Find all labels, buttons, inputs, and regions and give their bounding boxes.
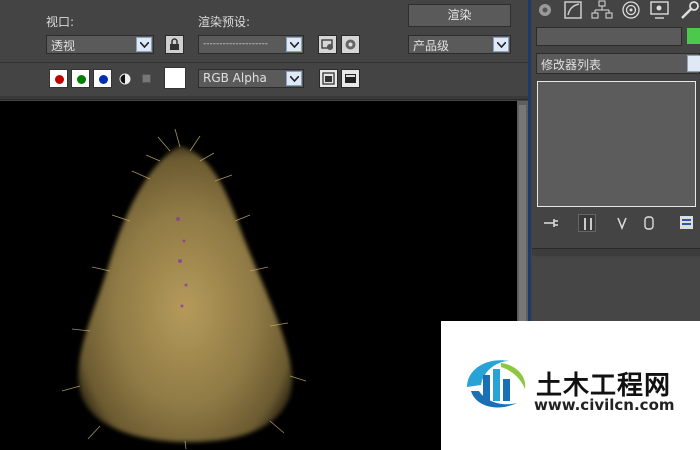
chevron-down-icon[interactable] xyxy=(286,37,302,52)
object-name-field[interactable] xyxy=(536,27,682,46)
monochrome-toggle[interactable] xyxy=(142,74,151,83)
render-preset-label: 渲染预设: xyxy=(198,15,251,29)
remove-modifier-icon[interactable] xyxy=(640,214,658,232)
blue-dot-icon xyxy=(99,75,108,84)
toolbar-divider xyxy=(0,96,528,100)
modify-icon[interactable] xyxy=(562,0,586,21)
watermark-url: www.civilcn.com xyxy=(534,396,675,414)
panel-divider xyxy=(532,248,700,256)
render-setup-icon xyxy=(321,39,333,50)
utilities-icon[interactable] xyxy=(678,0,700,21)
green-dot-icon xyxy=(77,75,86,84)
color-swatch[interactable] xyxy=(164,67,186,89)
chevron-down-icon[interactable] xyxy=(687,55,700,72)
chevron-down-icon[interactable] xyxy=(136,37,152,52)
toggle-ui-button[interactable] xyxy=(341,69,360,88)
alpha-toggle-icon[interactable] xyxy=(119,73,131,85)
render-preset-value: -------------------- xyxy=(203,39,268,49)
render-preset-dropdown[interactable]: -------------------- xyxy=(198,35,304,54)
show-end-result-icon[interactable] xyxy=(578,214,596,232)
display-icon[interactable] xyxy=(648,0,672,21)
gear-icon xyxy=(345,39,356,50)
lock-viewport-button[interactable] xyxy=(165,35,184,54)
channel-display-dropdown[interactable]: RGB Alpha xyxy=(198,69,304,88)
render-quality-value: 产品级 xyxy=(413,39,450,53)
blue-channel-toggle[interactable] xyxy=(93,69,112,88)
modifier-list-dropdown[interactable]: 修改器列表 xyxy=(536,53,700,74)
configure-sets-icon[interactable] xyxy=(678,214,696,232)
modifier-list-label: 修改器列表 xyxy=(541,58,602,72)
rendered-frame-viewport[interactable] xyxy=(0,101,517,450)
motion-icon[interactable] xyxy=(619,0,643,21)
watermark: 土木工程网 www.civilcn.com xyxy=(441,321,700,450)
red-channel-toggle[interactable] xyxy=(49,69,68,88)
object-color-swatch[interactable] xyxy=(687,28,700,44)
modifier-stack-toolbar xyxy=(536,210,700,236)
rendered-fur-object xyxy=(61,128,307,450)
channel-display-value: RGB Alpha xyxy=(203,71,267,85)
viewport-value: 透视 xyxy=(51,39,76,53)
red-dot-icon xyxy=(55,75,64,84)
environment-button[interactable] xyxy=(341,35,360,54)
render-setup-button[interactable] xyxy=(318,35,337,54)
toggle-ui-overlay-button[interactable] xyxy=(319,69,338,88)
viewport-dropdown[interactable]: 透视 xyxy=(46,35,154,54)
chevron-down-icon[interactable] xyxy=(493,37,509,52)
green-channel-toggle[interactable] xyxy=(71,69,90,88)
render-quality-dropdown[interactable]: 产品级 xyxy=(408,35,511,54)
create-icon[interactable] xyxy=(534,0,558,21)
window-icon xyxy=(345,74,356,83)
viewport-label: 视口: xyxy=(46,15,75,29)
hierarchy-icon[interactable] xyxy=(590,0,614,21)
chevron-down-icon[interactable] xyxy=(286,71,302,86)
civilcn-logo-icon xyxy=(467,360,526,408)
pin-stack-icon[interactable] xyxy=(542,214,560,232)
make-unique-icon[interactable] xyxy=(616,214,634,232)
overlay-icon xyxy=(322,72,335,85)
modifier-stack[interactable] xyxy=(537,81,696,207)
lock-icon xyxy=(170,38,179,50)
render-button[interactable]: 渲染 xyxy=(408,4,511,27)
